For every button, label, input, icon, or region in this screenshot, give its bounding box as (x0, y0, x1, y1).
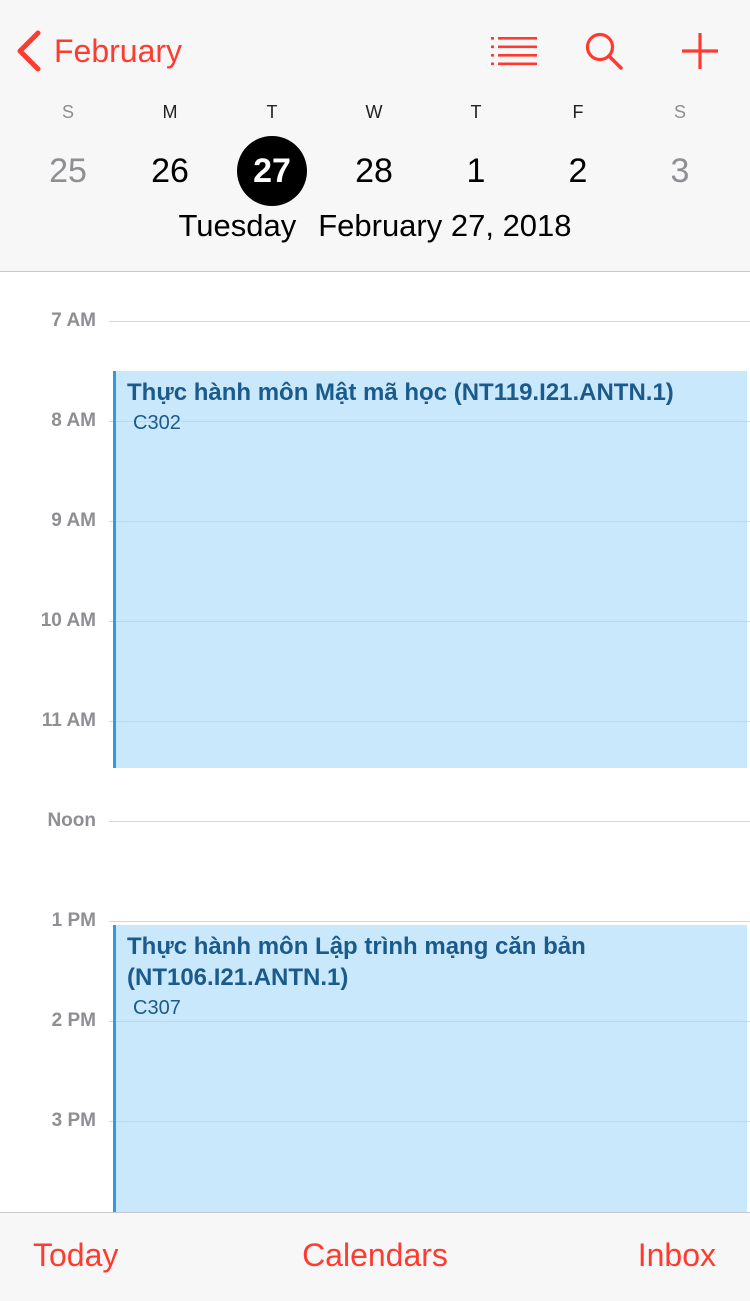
selected-full-date: February 27, 2018 (318, 208, 572, 243)
selected-date-label: Tuesday February 27, 2018 (0, 208, 750, 244)
weekday-letter: T (266, 102, 278, 122)
event-title: Thực hành môn Lập trình mạng căn bản (NT… (127, 933, 586, 991)
calendar-header: February S M T W T F S 25 26 27 28 1 2 3… (0, 0, 750, 272)
day-cell[interactable]: 25 (33, 136, 103, 206)
bottom-toolbar: Today Calendars Inbox (0, 1212, 750, 1301)
search-button[interactable] (576, 26, 632, 76)
list-icon (491, 36, 537, 66)
weekday-letter: T (470, 102, 482, 122)
hour-divider (109, 821, 750, 822)
weekday-letter: F (572, 102, 584, 122)
weekday-letter: M (162, 102, 178, 122)
inbox-button[interactable]: Inbox (638, 1237, 716, 1274)
event-title: Thực hành môn Mật mã học (NT119.I21.ANTN… (127, 379, 674, 406)
calendars-button[interactable]: Calendars (302, 1237, 448, 1273)
selected-weekday: Tuesday (178, 208, 297, 243)
hour-label: 10 AM (40, 610, 96, 631)
day-cell[interactable]: 26 (135, 136, 205, 206)
hour-label: Noon (47, 810, 96, 831)
hour-label: 3 PM (51, 1110, 96, 1131)
hour-label: 9 AM (51, 510, 96, 531)
hour-label: 8 AM (51, 410, 96, 431)
day-cell[interactable]: 28 (339, 136, 409, 206)
list-view-button[interactable] (486, 26, 542, 76)
weekday-letter: W (365, 102, 383, 122)
day-cell[interactable]: 3 (645, 136, 715, 206)
hour-divider (109, 321, 750, 322)
plus-icon (681, 32, 719, 70)
calendar-event[interactable]: Thực hành môn Lập trình mạng căn bản (NT… (113, 925, 747, 1212)
day-cell[interactable]: 1 (441, 136, 511, 206)
weekday-letter: S (61, 102, 74, 122)
add-event-button[interactable] (672, 26, 728, 76)
hour-label: 2 PM (51, 1010, 96, 1031)
back-to-month-button[interactable]: February (14, 28, 182, 74)
hour-divider (109, 921, 750, 922)
search-icon (584, 31, 624, 71)
hour-label: 1 PM (51, 910, 96, 931)
hour-label: 11 AM (41, 710, 96, 731)
day-cell[interactable]: 2 (543, 136, 613, 206)
chevron-left-icon (14, 29, 44, 73)
event-location: C302 (133, 412, 181, 434)
day-cell-selected[interactable]: 27 (237, 136, 307, 206)
hour-row: Noon (0, 810, 750, 831)
weekday-letter: S (673, 102, 686, 122)
event-location: C307 (133, 997, 181, 1019)
day-timeline[interactable]: 7 AM 8 AM 9 AM 10 AM 11 AM Noon 1 PM 2 PM 3 PM Th… (0, 273, 750, 1212)
hour-row: 7 AM (0, 310, 750, 331)
hour-label: 7 AM (51, 310, 96, 331)
calendar-event[interactable]: Thực hành môn Mật mã học (NT119.I21.ANTN… (113, 371, 747, 768)
back-month-label: February (54, 32, 183, 69)
